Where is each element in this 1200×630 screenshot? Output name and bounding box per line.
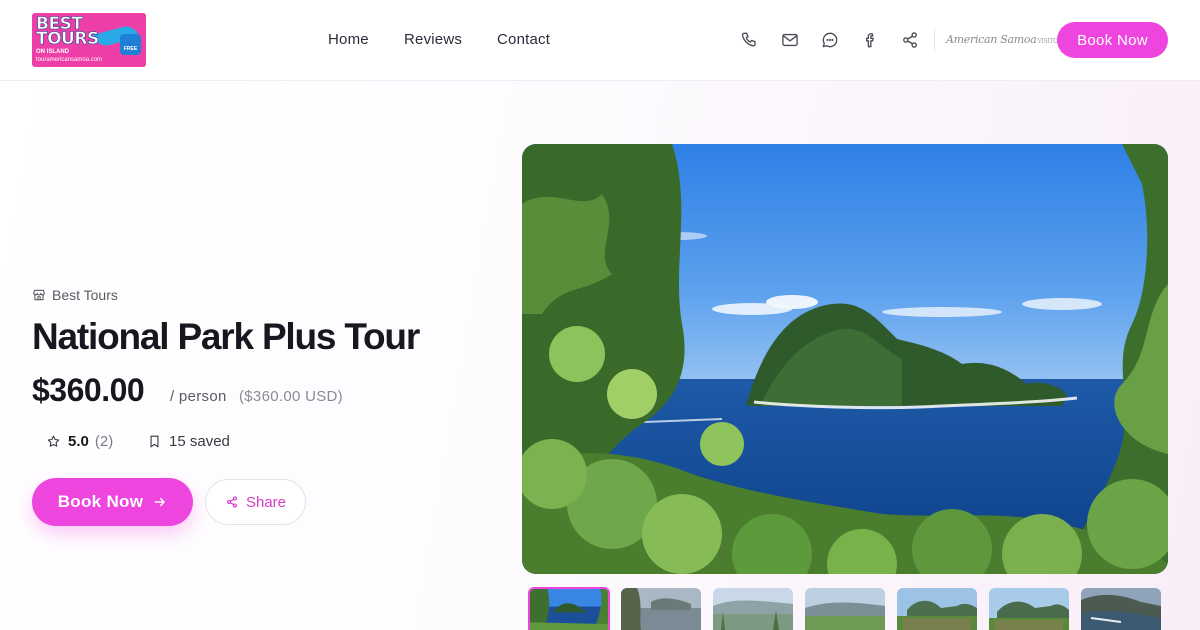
tour-operator[interactable]: Best Tours [32, 287, 118, 303]
tour-operator-name: Best Tours [52, 287, 118, 303]
tour-hero-image[interactable] [522, 144, 1168, 574]
phone-icon[interactable] [740, 30, 760, 50]
logo-text-url: touramericansamoa.com [36, 57, 103, 63]
book-now-label: Book Now [57, 492, 144, 511]
brand-logo[interactable]: BEST TOURS ON ISLAND touramericansamoa.c… [32, 13, 146, 67]
share-label: Share [245, 493, 287, 511]
header-divider [934, 29, 935, 51]
store-icon [33, 289, 45, 301]
share-button[interactable]: Share [205, 479, 306, 525]
logo-badge-text: FREE [123, 46, 138, 52]
nav-reviews[interactable]: Reviews [404, 31, 462, 48]
price-unit: / person [170, 388, 227, 405]
logo-text-on-island: ON ISLAND [36, 49, 69, 55]
wifi-icon: FREE [120, 34, 141, 55]
nav-home[interactable]: Home [328, 31, 369, 48]
header-book-now-button[interactable]: Book Now [1057, 22, 1168, 58]
share-icon[interactable] [900, 30, 920, 50]
site-header: BEST TOURS ON ISLAND touramericansamoa.c… [0, 0, 1200, 81]
star-icon [47, 435, 60, 447]
gallery-thumbnail[interactable] [621, 588, 701, 630]
gallery-thumbnails [528, 587, 1168, 630]
saved-count: 15 saved [169, 433, 230, 450]
gallery-thumbnail[interactable] [1081, 588, 1161, 630]
tour-price: $360.00 [32, 372, 145, 408]
rating-count: (2) [94, 433, 114, 450]
nav-contact[interactable]: Contact [497, 31, 550, 48]
price-usd: ($360.00 USD) [239, 388, 343, 405]
arrow-right-icon [154, 497, 166, 507]
partner-logo-text: American Samoa [946, 33, 1037, 46]
gallery-thumbnail[interactable] [713, 588, 793, 630]
logo-text-tours: TOURS [36, 29, 100, 50]
chat-icon[interactable] [820, 30, 840, 50]
mail-icon[interactable] [780, 30, 800, 50]
tour-rating[interactable]: 5.0 (2) [46, 433, 113, 450]
tour-title: National Park Plus Tour [32, 316, 420, 357]
rating-value: 5.0 [68, 433, 89, 450]
share-icon [227, 496, 237, 508]
tour-saved[interactable]: 15 saved [147, 433, 230, 450]
gallery-thumbnail[interactable] [897, 588, 977, 630]
book-now-button[interactable]: Book Now [32, 478, 193, 526]
bookmark-icon [150, 435, 159, 448]
facebook-icon[interactable] [860, 30, 880, 50]
gallery-thumbnail[interactable] [805, 588, 885, 630]
gallery-thumbnail[interactable] [528, 587, 610, 630]
gallery-thumbnail[interactable] [989, 588, 1069, 630]
